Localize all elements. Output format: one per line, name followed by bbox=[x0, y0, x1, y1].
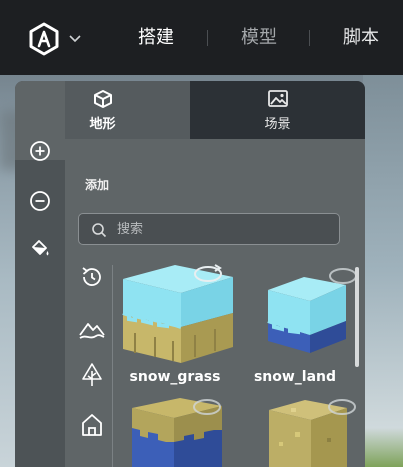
rotate-icon[interactable] bbox=[327, 396, 357, 418]
block-tile-snow-grass[interactable]: snow_grass bbox=[115, 263, 235, 388]
rotate-icon[interactable] bbox=[192, 396, 222, 418]
rotate-icon[interactable] bbox=[328, 265, 358, 287]
nav-tab-script[interactable]: 脚本 bbox=[343, 24, 379, 52]
add-circle-icon[interactable] bbox=[28, 139, 52, 163]
cube-icon bbox=[93, 89, 112, 108]
paint-bucket-icon[interactable] bbox=[28, 236, 52, 260]
search-icon bbox=[92, 223, 107, 238]
nav-tab-model[interactable]: 模型 bbox=[241, 24, 277, 52]
category-divider bbox=[112, 265, 113, 467]
block-tile-snow-land[interactable]: snow_land bbox=[250, 263, 365, 388]
mountains-icon[interactable] bbox=[78, 315, 106, 343]
panel-tabs: 地形 场景 bbox=[15, 81, 365, 139]
image-icon bbox=[267, 89, 288, 107]
tab-scene-label: 场景 bbox=[264, 116, 291, 132]
tab-terrain-label: 地形 bbox=[89, 116, 116, 132]
nav-divider bbox=[207, 30, 208, 46]
house-icon[interactable] bbox=[78, 411, 106, 439]
category-list bbox=[78, 263, 112, 467]
search-input[interactable] bbox=[117, 214, 327, 244]
background-scene bbox=[363, 75, 403, 467]
rotate-icon[interactable] bbox=[193, 263, 223, 285]
top-bar: 搭建 模型 脚本 bbox=[0, 0, 403, 75]
block-name: snow_land bbox=[253, 369, 337, 385]
nav-tab-build[interactable]: 搭建 bbox=[138, 24, 174, 52]
remove-circle-icon[interactable] bbox=[28, 189, 52, 213]
tree-icon[interactable] bbox=[78, 361, 106, 389]
search-box bbox=[78, 213, 340, 245]
block-grid-scrollbar[interactable] bbox=[355, 267, 359, 367]
chevron-down-icon[interactable] bbox=[68, 30, 82, 44]
block-tile-4[interactable] bbox=[265, 398, 365, 467]
tool-sidebar bbox=[15, 81, 65, 467]
block-tile-3[interactable] bbox=[130, 398, 250, 467]
tab-scene[interactable]: 场景 bbox=[190, 81, 365, 139]
nav-divider bbox=[309, 30, 310, 46]
cube-logo-icon[interactable] bbox=[27, 22, 61, 56]
recent-icon[interactable] bbox=[78, 263, 106, 291]
block-grid: snow_grass snow_land bbox=[115, 263, 357, 467]
terrain-panel: 地形 场景 添加 搜索 snow_grass snow_land bbox=[15, 81, 365, 467]
add-section-label: 添加 bbox=[85, 178, 110, 192]
block-name: snow_grass bbox=[129, 369, 221, 385]
